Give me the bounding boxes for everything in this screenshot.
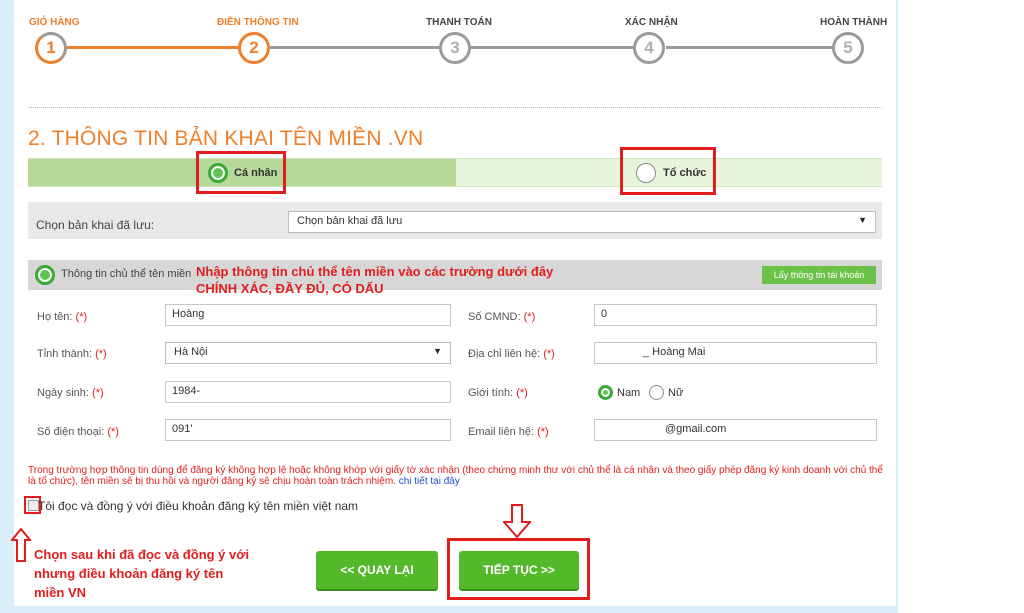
bottom-frame — [0, 606, 898, 613]
gender-female-label[interactable]: Nữ — [668, 387, 683, 399]
step-label-cart: GIỎ HÀNG — [29, 17, 80, 28]
dob-field[interactable]: 1984- — [165, 381, 451, 403]
details-link[interactable]: chi tiết tại đây — [399, 476, 460, 487]
page-title: 2. THÔNG TIN BẢN KHAI TÊN MIỀN .VN — [28, 127, 424, 150]
phone-label: Số điện thoại: (*) — [37, 426, 119, 438]
gender-label: Giới tính: (*) — [468, 387, 528, 399]
step-circle-2: 2 — [238, 32, 270, 64]
arrow-down-icon — [503, 504, 531, 538]
progress-line — [666, 46, 836, 49]
right-frame-line — [896, 0, 898, 613]
highlight-box-individual — [196, 151, 286, 194]
id-number-label: Số CMND: (*) — [468, 311, 536, 323]
checkout-steps: GIỎ HÀNG 1 ĐIỀN THÔNG TIN 2 THANH TOÁN 3… — [14, 0, 896, 80]
highlight-box-organization — [620, 147, 716, 195]
saved-declaration-select[interactable]: Chọn bản khai đã lưu ▼ — [288, 211, 876, 233]
owner-info-label: Thông tin chủ thể tên miền — [61, 268, 192, 280]
registrant-type-bar — [28, 158, 882, 187]
owner-info-radio[interactable] — [35, 265, 55, 285]
name-label: Họ tên: (*) — [37, 311, 88, 323]
left-frame — [0, 0, 14, 613]
saved-declaration-label: Chọn bản khai đã lưu: — [36, 218, 155, 232]
highlight-box-continue — [447, 538, 590, 600]
gender-female-radio[interactable] — [649, 385, 664, 400]
province-select[interactable]: Hà Nội ▼ — [165, 342, 451, 364]
progress-line — [468, 46, 638, 49]
saved-declaration-value: Chọn bản khai đã lưu — [297, 215, 403, 227]
email-label: Email liên hệ: (*) — [468, 426, 549, 438]
phone-field[interactable]: 091' — [165, 419, 451, 441]
email-field[interactable]: @gmail.com — [594, 419, 877, 441]
step-label-payment: THANH TOÁN — [426, 17, 492, 28]
step-circle-1: 1 — [35, 32, 67, 64]
step-label-fill-info: ĐIỀN THÔNG TIN — [217, 17, 299, 28]
step-label-complete: HOÀN THÀNH — [820, 17, 888, 28]
step-circle-3: 3 — [439, 32, 471, 64]
get-account-info-button[interactable]: Lấy thông tin tài khoản — [762, 266, 876, 284]
back-button[interactable]: << QUAY LẠI — [316, 551, 438, 589]
annotation-instruction-line2: CHÍNH XÁC, ĐẦY ĐỦ, CÓ DẤU — [196, 281, 384, 296]
dropdown-arrow-icon: ▼ — [858, 215, 867, 225]
step-circle-4: 4 — [633, 32, 665, 64]
dob-label: Ngày sinh: (*) — [37, 387, 104, 399]
gender-male-label[interactable]: Nam — [617, 387, 640, 399]
progress-line-done — [52, 46, 242, 49]
step-label-confirm: XÁC NHẬN — [625, 17, 678, 28]
progress-line — [270, 46, 440, 49]
step-circle-5: 5 — [832, 32, 864, 64]
province-label: Tỉnh thành: (*) — [37, 348, 107, 360]
divider — [28, 107, 882, 108]
address-field[interactable]: _ Hoàng Mai — [594, 342, 877, 364]
province-value: Hà Nội — [174, 346, 208, 358]
checkbox-hint: Chọn sau khi đã đọc và đồng ý với nhưng … — [34, 547, 250, 600]
name-field[interactable]: Hoàng — [165, 304, 451, 326]
id-number-field[interactable]: 0 — [594, 304, 877, 326]
agree-label[interactable]: Tôi đọc và đồng ý với điều khoản đăng ký… — [38, 499, 358, 513]
dropdown-arrow-icon: ▼ — [433, 346, 442, 356]
annotation-instruction-line1: Nhập thông tin chủ thể tên miền vào các … — [196, 264, 554, 279]
legal-warning: Trong trường hợp thông tin dùng để đăng … — [28, 465, 883, 487]
address-label: Địa chỉ liên hệ: (*) — [468, 348, 555, 360]
arrow-up-icon — [11, 528, 31, 562]
gender-male-radio[interactable] — [598, 385, 613, 400]
